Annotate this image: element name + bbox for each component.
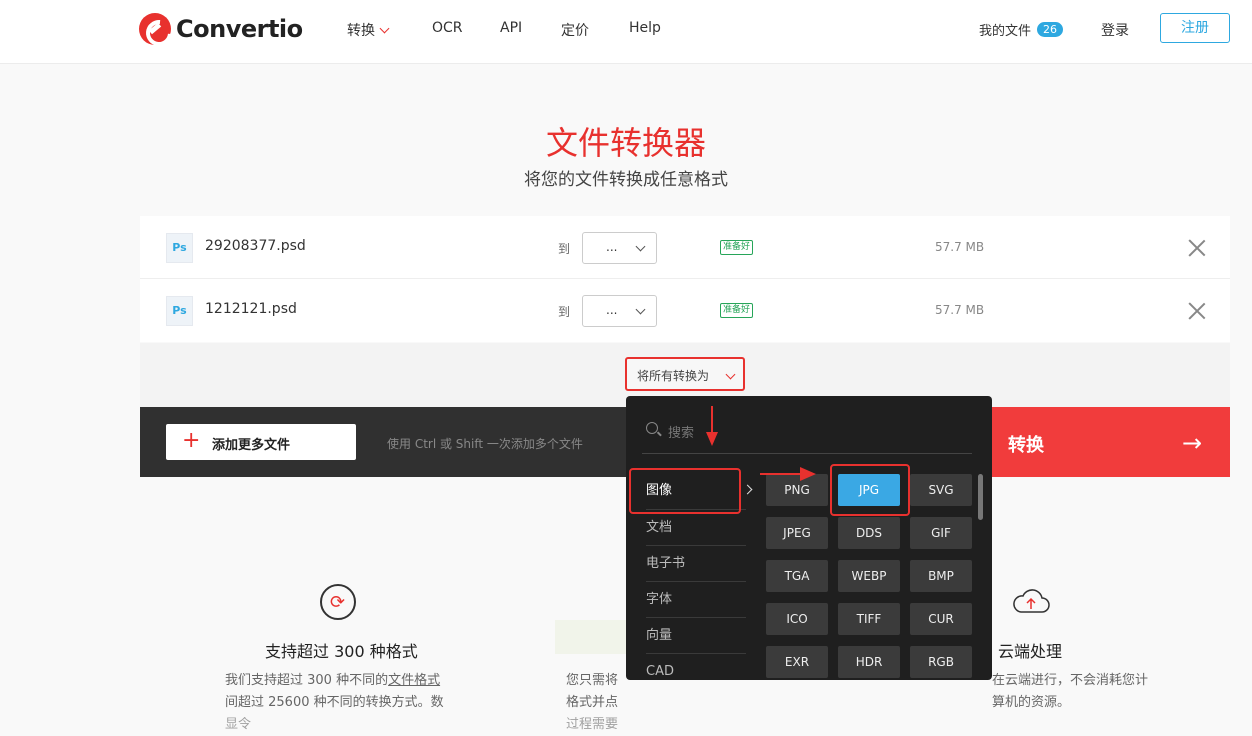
feature-title: 云端处理: [998, 642, 1063, 661]
refresh-formats-icon: ⟳: [320, 584, 356, 620]
top-header: Convertio 转换 OCR API 定价 Help 我的文件 26 登录 …: [0, 0, 1252, 64]
my-files-link[interactable]: 我的文件 26: [979, 20, 1064, 39]
convert-all-label: 将所有转换为: [637, 369, 710, 383]
format-gif[interactable]: GIF: [910, 517, 972, 549]
page-title: 文件转换器: [545, 124, 706, 162]
category-cad[interactable]: CAD: [646, 654, 746, 690]
format-hdr[interactable]: HDR: [838, 646, 900, 678]
cloud-upload-icon: [1013, 589, 1050, 613]
highlight-box: [830, 464, 910, 516]
to-label: 到: [558, 242, 571, 256]
format-rgb[interactable]: RGB: [910, 646, 972, 678]
nav-help[interactable]: Help: [629, 20, 661, 36]
photoshop-file-icon: Ps: [166, 233, 193, 263]
login-link[interactable]: 登录: [1101, 20, 1129, 40]
page-subtitle: 将您的文件转换成任意格式: [524, 170, 728, 190]
file-name: 29208377.psd: [205, 238, 306, 254]
file-size: 57.7 MB: [935, 303, 985, 317]
category-document[interactable]: 文档: [646, 510, 746, 546]
format-cur[interactable]: CUR: [910, 603, 972, 635]
format-tga[interactable]: TGA: [766, 560, 828, 592]
format-exr[interactable]: EXR: [766, 646, 828, 678]
nav-ocr[interactable]: OCR: [432, 20, 463, 36]
file-list: Ps 29208377.psd 到 ... 准备好 57.7 MB Ps 121…: [140, 216, 1230, 342]
format-search[interactable]: 搜索: [642, 416, 972, 454]
chevron-down-icon: [635, 304, 646, 315]
add-files-label: 添加更多文件: [212, 438, 291, 453]
my-files-label: 我的文件: [979, 24, 1032, 39]
format-bmp[interactable]: BMP: [910, 560, 972, 592]
remove-file-close-icon[interactable]: [1188, 302, 1206, 320]
chevron-down-icon: [379, 23, 390, 33]
chevron-down-icon: [635, 241, 646, 252]
status-badge: 准备好: [720, 240, 754, 255]
category-vector[interactable]: 向量: [646, 618, 746, 654]
format-webp[interactable]: WEBP: [838, 560, 900, 592]
feature-description: 在云端进行，不会消耗您计 算机的资源。: [992, 673, 1149, 710]
file-row: Ps 1212121.psd 到 ... 准备好 57.7 MB: [140, 279, 1230, 342]
arrow-right-icon: →: [1182, 429, 1203, 457]
logo-text: Convertio: [176, 15, 303, 43]
annotation-arrow-down-icon: [706, 406, 718, 446]
format-ico[interactable]: ICO: [766, 603, 828, 635]
file-row: Ps 29208377.psd 到 ... 准备好 57.7 MB: [140, 216, 1230, 279]
feature-title: 支持超过 300 种格式: [265, 642, 418, 661]
convert-label: 转换: [1008, 435, 1044, 456]
format-select-value: ...: [606, 240, 618, 254]
file-size: 57.7 MB: [935, 240, 985, 254]
search-input[interactable]: 搜索: [668, 422, 694, 441]
multi-select-hint: 使用 Ctrl 或 Shift 一次添加多个文件: [387, 437, 583, 451]
format-select[interactable]: ...: [582, 232, 657, 264]
format-select[interactable]: ...: [582, 295, 657, 327]
status-badge: 准备好: [720, 303, 754, 318]
category-font[interactable]: 字体: [646, 582, 746, 618]
search-icon: [646, 422, 658, 434]
category-ebook[interactable]: 电子书: [646, 546, 746, 582]
format-select-value: ...: [606, 303, 618, 317]
feature-description: 我们支持超过 300 种不同的文件格式 间超过 25600 种不同的转换方式。数…: [225, 673, 444, 732]
nav-convert[interactable]: 转换: [347, 20, 390, 40]
convertio-logo-icon: [139, 13, 171, 45]
format-tiff[interactable]: TIFF: [838, 603, 900, 635]
dropdown-scrollbar[interactable]: [978, 474, 983, 520]
chevron-down-icon: [725, 369, 736, 380]
convert-all-button[interactable]: 将所有转换为: [625, 357, 745, 391]
highlight-box: [629, 468, 741, 514]
convertio-logo[interactable]: Convertio: [139, 13, 303, 45]
add-files-button[interactable]: + 添加更多文件: [166, 424, 356, 460]
plus-icon: +: [182, 428, 201, 453]
file-name: 1212121.psd: [205, 301, 297, 317]
format-jpeg[interactable]: JPEG: [766, 517, 828, 549]
nav-convert-label: 转换: [347, 23, 375, 39]
chevron-right-icon: [742, 484, 753, 495]
signup-button[interactable]: 注册: [1160, 13, 1230, 43]
files-count-badge: 26: [1037, 22, 1064, 37]
format-dropdown: 搜索 图像 文档 电子书 字体 向量 CAD PNG JPG SVG JPEG …: [626, 396, 992, 680]
format-dds[interactable]: DDS: [838, 517, 900, 549]
convert-button[interactable]: 转换 →: [992, 407, 1230, 477]
format-svg[interactable]: SVG: [910, 474, 972, 506]
remove-file-close-icon[interactable]: [1188, 239, 1206, 257]
nav-pricing[interactable]: 定价: [561, 20, 589, 40]
nav-api[interactable]: API: [500, 20, 522, 36]
to-label: 到: [558, 305, 571, 319]
photoshop-file-icon: Ps: [166, 296, 193, 326]
annotation-arrow-right-icon: [760, 467, 816, 481]
